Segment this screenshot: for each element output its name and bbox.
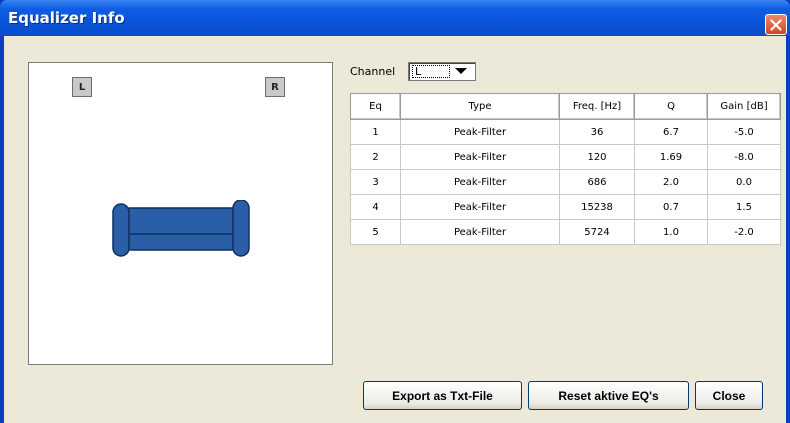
header-type[interactable]: Type — [400, 93, 560, 120]
header-freq[interactable]: Freq. [Hz] — [559, 93, 635, 120]
cell-q: 6.7 — [634, 119, 708, 145]
channel-selected-value: L — [412, 65, 450, 78]
cell-freq: 686 — [559, 169, 635, 195]
header-eq[interactable]: Eq — [350, 93, 401, 120]
cell-freq: 36 — [559, 119, 635, 145]
cell-gain: -5.0 — [707, 119, 781, 145]
channel-label: Channel — [350, 65, 396, 78]
cell-gain: -8.0 — [707, 144, 781, 170]
cell-eq: 2 — [350, 144, 401, 170]
speaker-layout-panel: L R — [28, 62, 333, 365]
table-row[interactable]: 2 Peak-Filter 120 1.69 -8.0 — [350, 144, 781, 170]
right-speaker[interactable]: R — [265, 77, 285, 97]
cell-type: Peak-Filter — [400, 144, 560, 170]
cell-type: Peak-Filter — [400, 219, 560, 245]
window-content: L R Channel L Eq Type Freq. [Hz] Q Gain — [4, 36, 786, 423]
cell-q: 1.69 — [634, 144, 708, 170]
table-row[interactable]: 4 Peak-Filter 15238 0.7 1.5 — [350, 194, 781, 220]
cell-type: Peak-Filter — [400, 169, 560, 195]
cell-q: 0.7 — [634, 194, 708, 220]
table-row[interactable]: 3 Peak-Filter 686 2.0 0.0 — [350, 169, 781, 195]
cell-gain: 0.0 — [707, 169, 781, 195]
chevron-down-icon — [455, 68, 467, 74]
cell-freq: 15238 — [559, 194, 635, 220]
cell-eq: 5 — [350, 219, 401, 245]
cell-type: Peak-Filter — [400, 119, 560, 145]
header-q[interactable]: Q — [634, 93, 708, 120]
window-title: Equalizer Info — [8, 9, 125, 27]
close-x-icon — [770, 18, 782, 31]
equalizer-info-window: Equalizer Info L R Channel L Eq Type Fre… — [0, 0, 790, 423]
equalizer-table: Eq Type Freq. [Hz] Q Gain [dB] 1 Peak-Fi… — [350, 93, 781, 245]
left-speaker[interactable]: L — [72, 77, 92, 97]
cell-freq: 120 — [559, 144, 635, 170]
cell-q: 1.0 — [634, 219, 708, 245]
cell-eq: 1 — [350, 119, 401, 145]
cell-eq: 4 — [350, 194, 401, 220]
export-txt-button[interactable]: Export as Txt-File — [363, 381, 522, 410]
header-gain[interactable]: Gain [dB] — [707, 93, 781, 120]
cell-gain: -2.0 — [707, 219, 781, 245]
table-row[interactable]: 5 Peak-Filter 5724 1.0 -2.0 — [350, 219, 781, 245]
title-bar[interactable]: Equalizer Info — [0, 0, 790, 36]
cell-type: Peak-Filter — [400, 194, 560, 220]
cell-eq: 3 — [350, 169, 401, 195]
reset-eq-button[interactable]: Reset aktive EQ's — [528, 381, 689, 410]
sofa-icon — [112, 200, 250, 257]
channel-dropdown[interactable]: L — [408, 62, 476, 81]
close-button[interactable]: Close — [695, 381, 763, 410]
window-close-button[interactable] — [765, 14, 787, 35]
cell-freq: 5724 — [559, 219, 635, 245]
cell-gain: 1.5 — [707, 194, 781, 220]
cell-q: 2.0 — [634, 169, 708, 195]
table-header-row: Eq Type Freq. [Hz] Q Gain [dB] — [350, 93, 781, 120]
table-row[interactable]: 1 Peak-Filter 36 6.7 -5.0 — [350, 119, 781, 145]
